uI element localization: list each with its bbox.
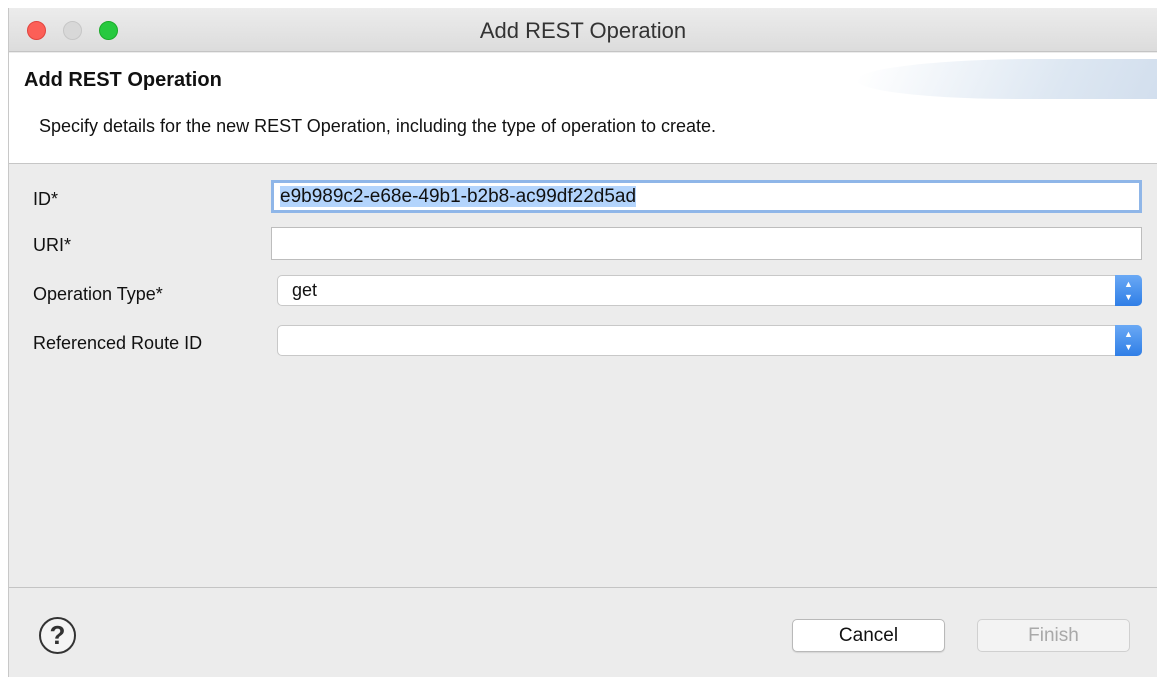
- operation-type-select[interactable]: get ▲ ▼: [277, 275, 1142, 306]
- operation-type-label: Operation Type*: [33, 284, 163, 304]
- cancel-button[interactable]: Cancel: [792, 619, 945, 652]
- banner-decoration: [847, 59, 1157, 99]
- referenced-route-select[interactable]: ▲ ▼: [277, 325, 1142, 356]
- dialog-window: Add REST Operation Add REST Operation Sp…: [8, 8, 1157, 677]
- title-bar[interactable]: Add REST Operation: [9, 8, 1157, 52]
- uri-label: URI*: [33, 235, 72, 255]
- chevron-up-down-icon[interactable]: ▲ ▼: [1115, 325, 1142, 356]
- up-arrow-icon: ▲: [1124, 329, 1133, 339]
- referenced-route-label: Referenced Route ID: [33, 333, 203, 353]
- page-description: Specify details for the new REST Operati…: [39, 116, 717, 136]
- operation-type-value: get: [292, 280, 318, 300]
- finish-button[interactable]: Finish: [977, 619, 1130, 652]
- page-title: Add REST Operation: [24, 69, 222, 91]
- down-arrow-icon: ▼: [1124, 292, 1133, 302]
- chevron-up-down-icon[interactable]: ▲ ▼: [1115, 275, 1142, 306]
- down-arrow-icon: ▼: [1124, 342, 1133, 352]
- id-label: ID*: [33, 189, 59, 209]
- id-field-value: e9b989c2-e68e-49b1-b2b8-ac99df22d5ad: [280, 186, 637, 207]
- footer-divider: [9, 587, 1157, 588]
- header-banner: Add REST Operation Specify details for t…: [9, 53, 1157, 164]
- id-field[interactable]: e9b989c2-e68e-49b1-b2b8-ac99df22d5ad: [271, 180, 1142, 213]
- uri-field[interactable]: [271, 227, 1142, 260]
- up-arrow-icon: ▲: [1124, 279, 1133, 289]
- help-icon[interactable]: ?: [39, 617, 76, 654]
- window-title: Add REST Operation: [479, 18, 687, 43]
